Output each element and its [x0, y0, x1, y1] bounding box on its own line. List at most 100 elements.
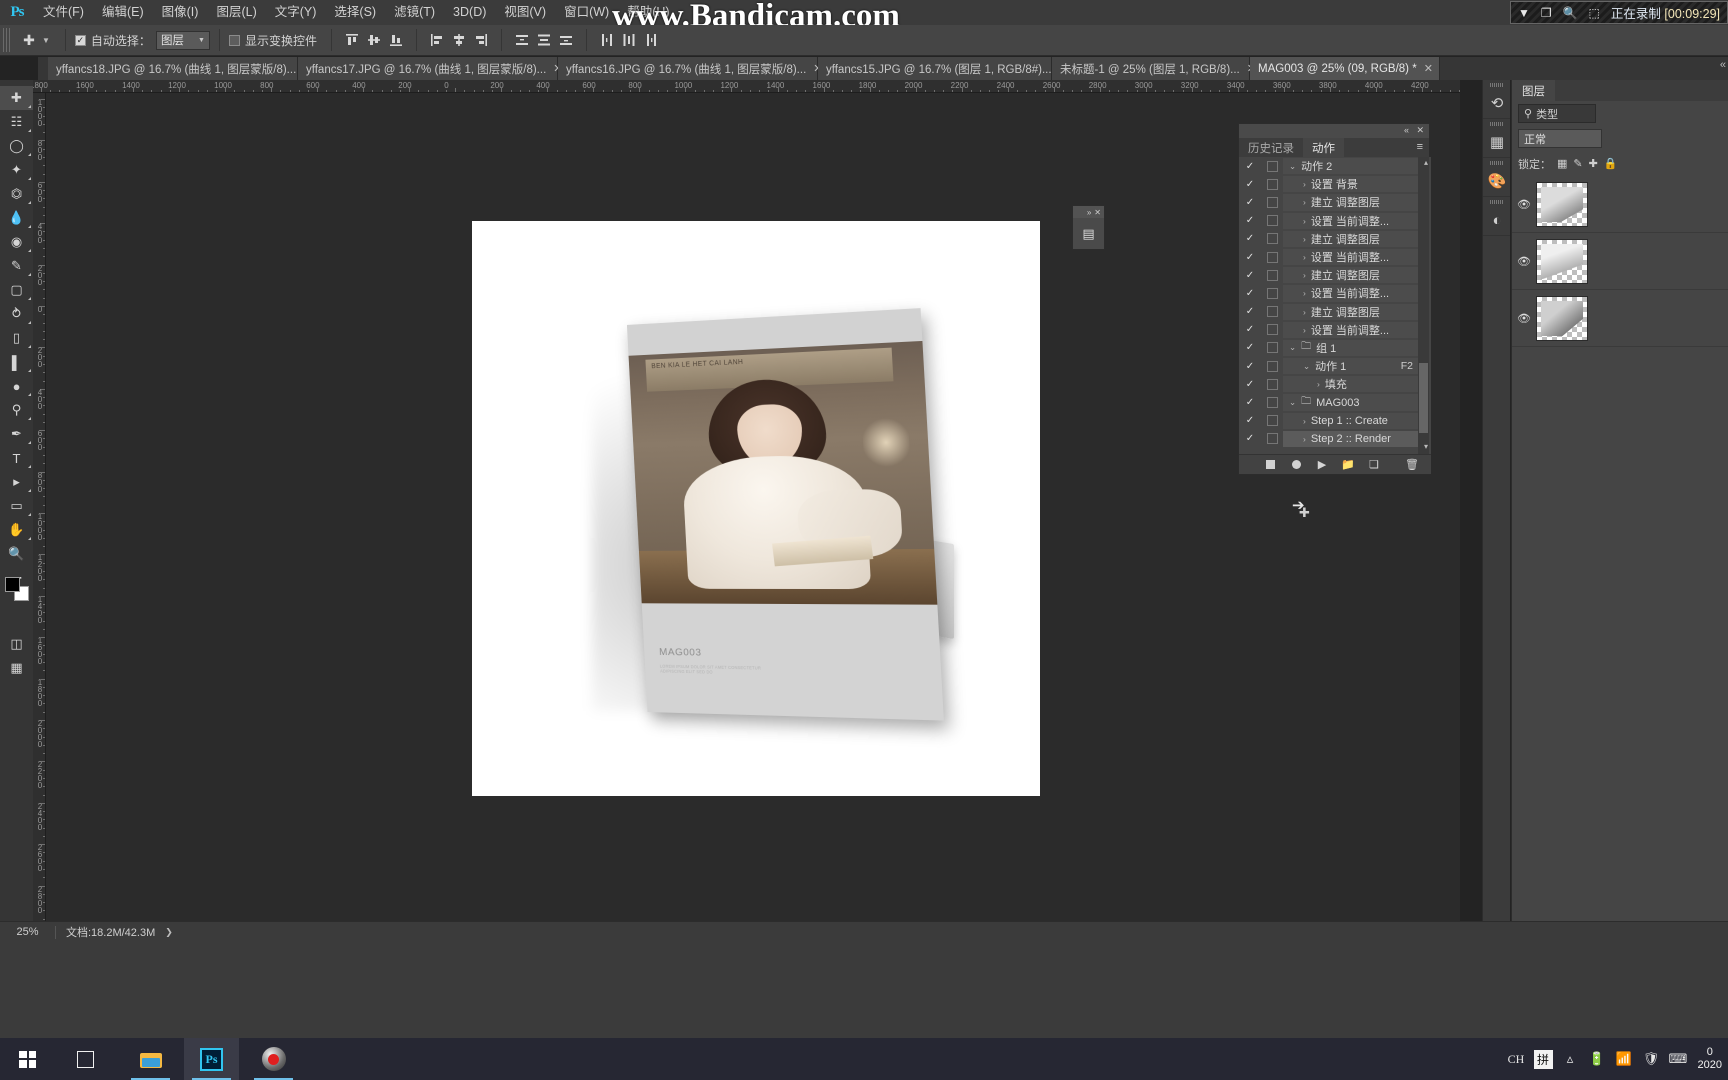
lock-transparent-icon[interactable]: ▦	[1557, 157, 1567, 170]
tab-layers[interactable]: 图层	[1512, 80, 1555, 101]
action-row[interactable]: ✓ ⌄ 🗀 组 1	[1239, 339, 1431, 357]
menu-edit[interactable]: 编辑(E)	[93, 0, 153, 25]
chevron-right-icon[interactable]: ›	[1303, 416, 1306, 426]
action-row[interactable]: ✓ ⌄ 动作 1 F2	[1239, 357, 1431, 375]
menu-3d[interactable]: 3D(D)	[444, 0, 495, 25]
layer-thumbnail[interactable]	[1536, 238, 1588, 284]
action-dialog-toggle[interactable]	[1261, 196, 1283, 208]
menu-window[interactable]: 窗口(W)	[555, 0, 618, 25]
distribute-vcenter-icon[interactable]	[533, 29, 555, 51]
action-dialog-toggle[interactable]	[1261, 160, 1283, 172]
rail-history-cell[interactable]: ⟲	[1483, 83, 1510, 119]
lasso-icon[interactable]: ◯	[0, 134, 33, 158]
chevron-right-icon[interactable]: ›	[1303, 434, 1306, 444]
brush-tool-icon[interactable]: ✎	[0, 254, 33, 278]
scrollbar-thumb[interactable]	[1419, 363, 1428, 433]
lock-image-icon[interactable]: ✎	[1573, 157, 1582, 170]
drag-grip[interactable]	[1489, 161, 1504, 165]
quick-mask-icon[interactable]: ◫	[0, 632, 33, 656]
action-enable-checkbox[interactable]: ✓	[1239, 161, 1261, 172]
history-panel-icon[interactable]: ⟲	[1483, 88, 1511, 118]
action-row[interactable]: ✓ › 建立 调整图层	[1239, 266, 1431, 284]
task-view-button[interactable]	[58, 1038, 113, 1080]
screen-mode-icon[interactable]: ▦	[0, 656, 33, 680]
action-row[interactable]: ✓ › 设置 当前调整...	[1239, 212, 1431, 230]
action-dialog-toggle[interactable]	[1261, 178, 1283, 190]
chevron-right-icon[interactable]: ›	[1303, 197, 1306, 207]
delete-icon[interactable]: 🗑	[1399, 455, 1425, 475]
action-dialog-toggle[interactable]	[1261, 306, 1283, 318]
collapse-icon[interactable]: «	[1404, 125, 1409, 135]
chevron-down-icon[interactable]: ⌄	[1289, 397, 1296, 408]
bandicam-button[interactable]	[246, 1038, 301, 1080]
chevron-down-icon[interactable]: ⌄	[1289, 161, 1296, 172]
eyedropper-icon[interactable]: 💧	[0, 206, 33, 230]
drag-grip[interactable]	[1489, 83, 1504, 87]
action-dialog-toggle[interactable]	[1261, 324, 1283, 336]
chevron-right-icon[interactable]: ›	[1317, 379, 1320, 389]
distribute-hcenter-icon[interactable]	[618, 29, 640, 51]
action-row[interactable]: ✓ › 建立 调整图层	[1239, 230, 1431, 248]
actions-panel-titlebar[interactable]: « ✕	[1239, 124, 1429, 138]
rectangle-shape-icon[interactable]: ▭	[0, 494, 33, 518]
action-row[interactable]: ✓ › 设置 当前调整...	[1239, 321, 1431, 339]
align-bottom-icon[interactable]	[385, 29, 407, 51]
actions-list[interactable]: ✓ ⌄ 动作 2 ✓ › 设置 背景 ✓ › 建立 调整图层 ✓ › 设置 当前调整... ✓ › 建立 调…	[1239, 157, 1431, 454]
action-dialog-toggle[interactable]	[1261, 233, 1283, 245]
scroll-up-icon[interactable]: ▴	[1424, 158, 1428, 167]
battery-icon[interactable]: 🔋	[1584, 1038, 1611, 1080]
chevron-right-icon[interactable]: ›	[1303, 307, 1306, 317]
clock[interactable]: 0 2020	[1692, 1046, 1728, 1072]
path-selection-icon[interactable]: ▸	[0, 470, 33, 494]
chevron-right-icon[interactable]: ›	[1303, 325, 1306, 335]
document-tab[interactable]: yffancs15.JPG @ 16.7% (图层 1, RGB/8#)... …	[818, 57, 1068, 80]
eraser-icon[interactable]: ▯	[0, 326, 33, 350]
chevron-down-icon[interactable]: ⌄	[1303, 361, 1310, 372]
file-explorer-button[interactable]	[123, 1038, 178, 1080]
action-dialog-toggle[interactable]	[1261, 378, 1283, 390]
action-dialog-toggle[interactable]	[1261, 433, 1283, 445]
tool-preset-chevron-icon[interactable]: ▼	[42, 36, 50, 45]
distribute-left-icon[interactable]	[596, 29, 618, 51]
action-enable-checkbox[interactable]: ✓	[1239, 252, 1261, 263]
dodge-tool-icon[interactable]: ⚲	[0, 398, 33, 422]
collapse-panels-icon[interactable]: «	[1720, 59, 1726, 71]
tab-history[interactable]: 历史记录	[1239, 138, 1303, 157]
document-tab[interactable]: 未标题-1 @ 25% (图层 1, RGB/8)... ✕	[1052, 57, 1256, 80]
record-icon[interactable]	[1283, 455, 1309, 475]
action-dialog-toggle[interactable]	[1261, 360, 1283, 372]
ime-language-indicator[interactable]: CH	[1503, 1038, 1530, 1080]
start-button[interactable]	[0, 1038, 55, 1080]
play-icon[interactable]: ▶	[1309, 455, 1335, 475]
crop-tool-icon[interactable]: ⏣	[0, 182, 33, 206]
quick-selection-icon[interactable]: ✦	[0, 158, 33, 182]
region-icon[interactable]: ⬚	[1589, 6, 1600, 20]
auto-select-dropdown[interactable]: 图层 ▼	[155, 30, 210, 50]
action-dialog-toggle[interactable]	[1261, 397, 1283, 409]
security-icon[interactable]: 🛡	[1638, 1038, 1665, 1080]
type-tool-icon[interactable]: T	[0, 446, 33, 470]
gradient-tool-icon[interactable]: ▌	[0, 350, 33, 374]
action-enable-checkbox[interactable]: ✓	[1239, 233, 1261, 244]
foreground-color-swatch[interactable]	[5, 577, 20, 592]
menu-layer[interactable]: 图层(L)	[207, 0, 265, 25]
rail-swatches-cell[interactable]: 🎨	[1483, 161, 1510, 197]
options-bar-grip[interactable]	[3, 28, 12, 52]
magnifier-icon[interactable]: 🔍	[1563, 6, 1578, 20]
layer-row[interactable]: 👁	[1512, 290, 1728, 347]
action-row[interactable]: ✓ › 设置 当前调整...	[1239, 284, 1431, 302]
chevron-up-icon[interactable]: ▵	[1557, 1038, 1584, 1080]
distribute-top-icon[interactable]	[511, 29, 533, 51]
tab-actions[interactable]: 动作	[1303, 138, 1344, 157]
zoom-level[interactable]: 25%	[0, 926, 55, 938]
chevron-right-icon[interactable]: ›	[1303, 288, 1306, 298]
eye-icon[interactable]: 👁	[1512, 198, 1536, 211]
action-enable-checkbox[interactable]: ✓	[1239, 324, 1261, 335]
caret-down-icon[interactable]: ▼	[1518, 6, 1530, 20]
action-dialog-toggle[interactable]	[1261, 251, 1283, 263]
layer-row[interactable]: 👁	[1512, 233, 1728, 290]
action-dialog-toggle[interactable]	[1261, 287, 1283, 299]
action-enable-checkbox[interactable]: ✓	[1239, 379, 1261, 390]
action-enable-checkbox[interactable]: ✓	[1239, 361, 1261, 372]
photoshop-button[interactable]: Ps	[184, 1038, 239, 1080]
